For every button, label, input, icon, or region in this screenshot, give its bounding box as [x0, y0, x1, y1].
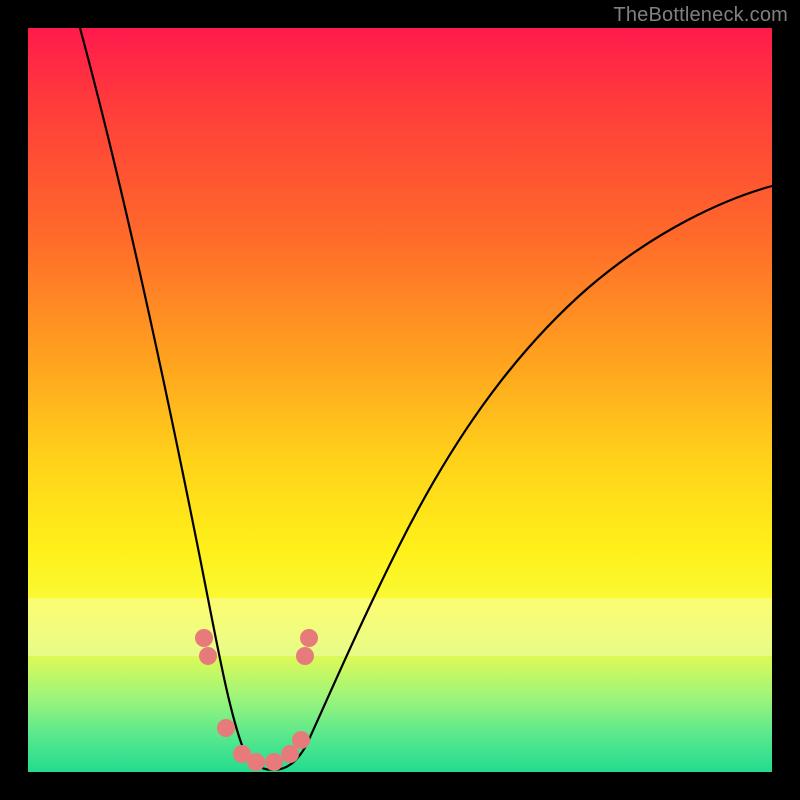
bottleneck-curve [80, 28, 772, 770]
marker-dot [281, 745, 299, 763]
marker-dot [292, 731, 310, 749]
marker-dot [199, 647, 217, 665]
marker-dot [195, 629, 213, 647]
marker-dot [265, 753, 283, 771]
chart-frame: TheBottleneck.com [0, 0, 800, 800]
marker-dot [247, 753, 265, 771]
marker-dot [300, 629, 318, 647]
plot-area [28, 28, 772, 772]
marker-group [195, 629, 318, 771]
watermark-text: TheBottleneck.com [613, 4, 788, 27]
marker-dot [296, 647, 314, 665]
curve-layer [28, 28, 772, 772]
marker-dot [217, 719, 235, 737]
